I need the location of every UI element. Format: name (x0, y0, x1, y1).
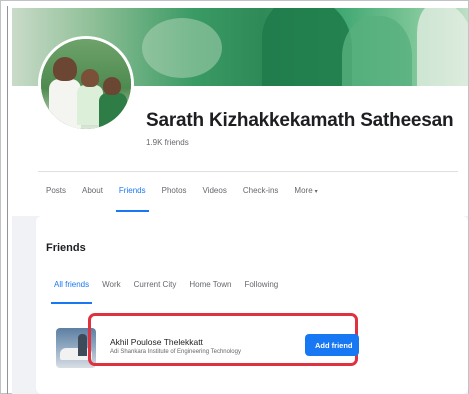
header-divider (38, 171, 458, 172)
tab-photos[interactable]: Photos (162, 186, 187, 212)
friends-subtabs: All friends Work Current City Home Town … (50, 280, 291, 304)
friends-section: Friends All friends Work Current City Ho… (36, 216, 468, 394)
chevron-down-icon: ▾ (314, 189, 318, 195)
add-friend-button[interactable]: Add friend (305, 334, 359, 356)
tab-posts[interactable]: Posts (46, 186, 66, 212)
tab-about[interactable]: About (82, 186, 103, 212)
friend-count[interactable]: 1.9K friends (146, 138, 189, 147)
avatar[interactable] (38, 36, 134, 132)
tab-friends[interactable]: Friends (115, 186, 149, 212)
subtab-following[interactable]: Following (244, 280, 278, 304)
tab-check-ins[interactable]: Check-ins (243, 186, 279, 212)
subtab-work[interactable]: Work (102, 280, 121, 304)
subtab-current-city[interactable]: Current City (134, 280, 177, 304)
tab-more-label: More (294, 186, 313, 195)
subtab-home-town[interactable]: Home Town (189, 280, 231, 304)
window-edge (7, 6, 8, 394)
friends-section-title: Friends (46, 242, 86, 254)
subtab-all-friends[interactable]: All friends (50, 280, 93, 304)
friend-subtitle: Adi Shankara Institute of Engineering Te… (110, 349, 241, 355)
profile-name[interactable]: Sarath Kizhakkekamath Satheesan (146, 110, 454, 132)
friend-name[interactable]: Akhil Poulose Thelekkatt (110, 337, 203, 347)
profile-tabs: Posts About Friends Photos Videos Check-… (46, 186, 334, 212)
tab-videos[interactable]: Videos (203, 186, 227, 212)
tab-more[interactable]: More ▾ (294, 186, 317, 212)
